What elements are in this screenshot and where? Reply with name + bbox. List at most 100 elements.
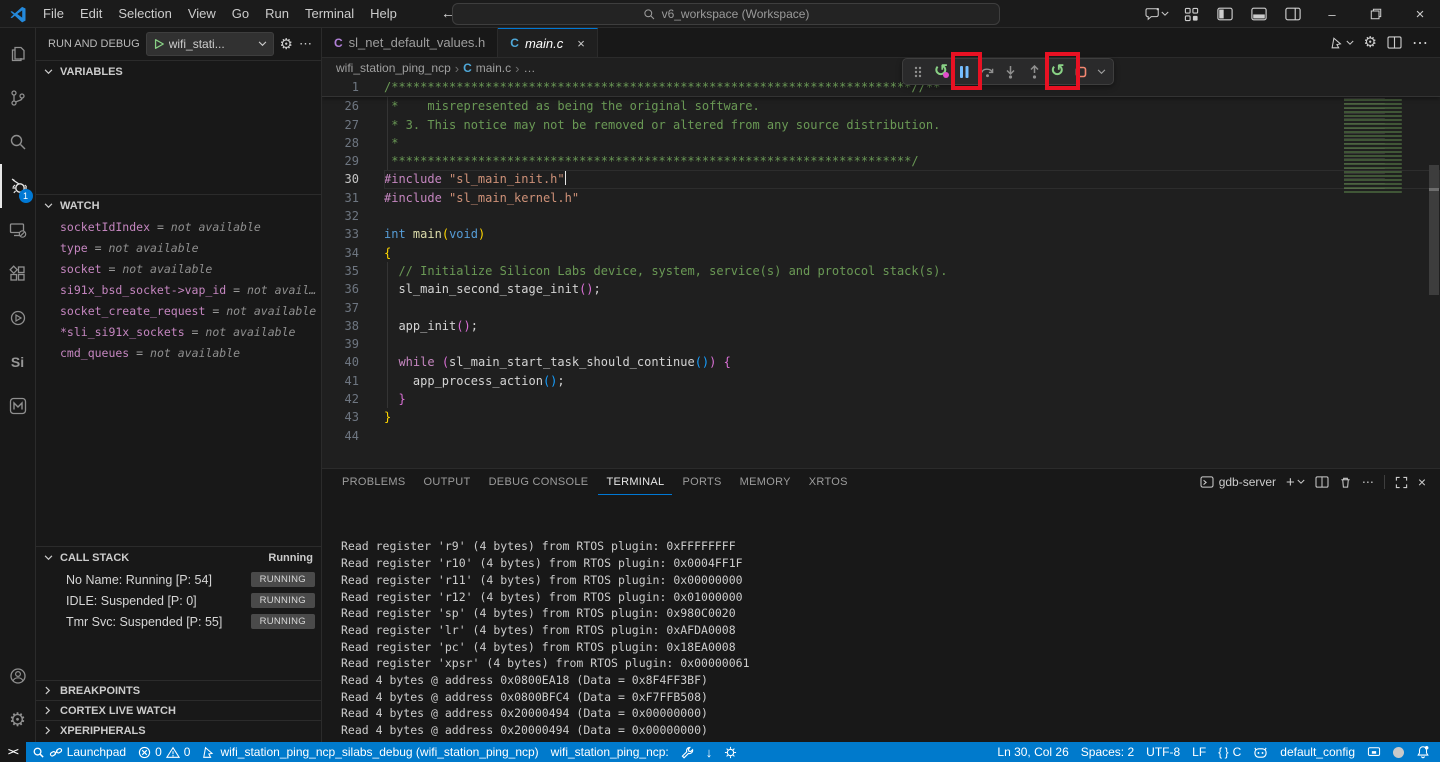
section-breakpoints[interactable]: BREAKPOINTS: [36, 680, 321, 700]
panel-tab-ports[interactable]: PORTS: [674, 469, 729, 495]
code-line[interactable]: 37: [322, 299, 1440, 317]
panel-tab-output[interactable]: OUTPUT: [416, 469, 479, 495]
menu-item-help[interactable]: Help: [362, 3, 405, 25]
terminal-output[interactable]: Read register 'r9' (4 bytes) from RTOS p…: [322, 495, 1440, 742]
watch-item[interactable]: si91x_bsd_socket->vap_id = not avail…: [36, 280, 321, 301]
code-line[interactable]: 28 *: [322, 134, 1440, 152]
panel-tab-debug-console[interactable]: DEBUG CONSOLE: [481, 469, 597, 495]
run-or-debug-button[interactable]: [1329, 36, 1354, 50]
terminal-instance-label[interactable]: gdb-server: [1200, 475, 1276, 489]
watch-item[interactable]: cmd_queues = not available: [36, 343, 321, 364]
eol-button[interactable]: LF: [1186, 742, 1212, 762]
copilot-chat-button[interactable]: [1142, 1, 1172, 27]
silicon-labs-icon[interactable]: Si: [0, 340, 36, 384]
code-line[interactable]: 39: [322, 335, 1440, 353]
debug-session-button[interactable]: wifi_station_ping_ncp_silabs_debug (wifi…: [196, 742, 544, 762]
code-line[interactable]: 30#include "sl_main_init.h": [322, 170, 1440, 188]
remote-explorer-icon[interactable]: [0, 208, 36, 252]
active-config-button[interactable]: default_config: [1274, 742, 1361, 762]
toggle-sidebar-button[interactable]: [1210, 1, 1240, 27]
tab-main-c[interactable]: C main.c ×: [498, 28, 598, 57]
command-center[interactable]: v6_workspace (Workspace): [452, 3, 1000, 25]
code-editor[interactable]: 1/**************************************…: [322, 78, 1440, 468]
problems-button[interactable]: 0 0: [132, 742, 196, 762]
step-out-button[interactable]: [1026, 62, 1043, 82]
m-extension-icon[interactable]: [0, 384, 36, 428]
code-line[interactable]: 35 // Initialize Silicon Labs device, sy…: [322, 262, 1440, 280]
debug-settings-gear-icon[interactable]: ⚙: [280, 37, 293, 52]
code-line[interactable]: 36 sl_main_second_stage_init();: [322, 280, 1440, 298]
launch-config-select[interactable]: wifi_stati...: [146, 32, 274, 56]
menu-item-edit[interactable]: Edit: [72, 3, 110, 25]
editor-gear-icon[interactable]: ⚙: [1364, 35, 1377, 50]
section-cortex-live-watch[interactable]: CORTEX LIVE WATCH: [36, 700, 321, 720]
cursor-position-button[interactable]: Ln 30, Col 26: [991, 742, 1074, 762]
maximize-panel-icon[interactable]: [1395, 476, 1408, 489]
menu-item-file[interactable]: File: [35, 3, 72, 25]
panel-more-icon[interactable]: ⋯: [1362, 475, 1374, 489]
menu-item-go[interactable]: Go: [224, 3, 257, 25]
code-line[interactable]: 43}: [322, 408, 1440, 426]
code-line[interactable]: 26 * misrepresented as being the origina…: [322, 97, 1440, 115]
code-line[interactable]: 33int main(void): [322, 225, 1440, 243]
source-control-icon[interactable]: [0, 76, 36, 120]
toolbar-grip[interactable]: [909, 62, 926, 82]
scrollbar-thumb[interactable]: [1429, 165, 1439, 295]
run-circle-icon[interactable]: [0, 296, 36, 340]
reset-device-button[interactable]: ↺: [932, 62, 949, 82]
code-line[interactable]: 31#include "sl_main_kernel.h": [322, 189, 1440, 207]
copilot-status-button[interactable]: [1247, 742, 1274, 762]
debug-config-gear-button[interactable]: [718, 742, 743, 762]
panel-tab-memory[interactable]: MEMORY: [732, 469, 799, 495]
editor-more-icon[interactable]: ⋯: [1412, 33, 1428, 53]
watch-item[interactable]: socketIdIndex = not available: [36, 217, 321, 238]
settings-gear-icon[interactable]: ⚙: [0, 698, 36, 742]
encoding-button[interactable]: UTF-8: [1140, 742, 1186, 762]
close-panel-icon[interactable]: ×: [1418, 474, 1426, 490]
variables-header[interactable]: VARIABLES: [36, 61, 321, 83]
toggle-secondary-sidebar-button[interactable]: [1278, 1, 1308, 27]
indentation-button[interactable]: Spaces: 2: [1075, 742, 1140, 762]
remote-indicator[interactable]: ><: [0, 742, 26, 762]
debug-views-more-icon[interactable]: ⋯: [299, 36, 313, 52]
editor-scrollbar[interactable]: [1428, 78, 1440, 468]
build-wrench-button[interactable]: [675, 742, 700, 762]
launchpad-button[interactable]: Launchpad: [26, 742, 132, 762]
code-line[interactable]: 32: [322, 207, 1440, 225]
code-line[interactable]: 1/**************************************…: [322, 78, 1440, 96]
kill-terminal-icon[interactable]: [1339, 476, 1352, 489]
ports-forward-button[interactable]: [1361, 742, 1387, 762]
tab-sl-net-default-values[interactable]: C sl_net_default_values.h: [322, 28, 498, 57]
call-stack-header[interactable]: CALL STACK Running: [36, 547, 321, 569]
code-line[interactable]: 29 *************************************…: [322, 152, 1440, 170]
code-line[interactable]: 41 app_process_action();: [322, 372, 1440, 390]
watch-item[interactable]: socket_create_request = not available: [36, 301, 321, 322]
step-into-button[interactable]: [1002, 62, 1019, 82]
code-line[interactable]: 42 }: [322, 390, 1440, 408]
close-window-button[interactable]: ×: [1400, 0, 1440, 28]
breadcrumb-file[interactable]: main.c: [476, 61, 511, 75]
watch-item[interactable]: *sli_si91x_sockets = not available: [36, 322, 321, 343]
new-terminal-button[interactable]: +: [1286, 474, 1305, 491]
project-target-label[interactable]: wifi_station_ping_ncp:: [545, 742, 675, 762]
panel-tab-problems[interactable]: PROBLEMS: [334, 469, 414, 495]
panel-tab-xrtos[interactable]: XRTOS: [801, 469, 856, 495]
code-line[interactable]: 40 while (sl_main_start_task_should_cont…: [322, 353, 1440, 371]
call-stack-thread[interactable]: IDLE: Suspended [P: 0]RUNNING: [36, 590, 321, 611]
sticky-scroll-line[interactable]: 1/**************************************…: [322, 78, 1440, 97]
panel-tab-terminal[interactable]: TERMINAL: [598, 469, 672, 495]
section-xperipherals[interactable]: XPERIPHERALS: [36, 720, 321, 740]
recording-status-dot[interactable]: [1387, 742, 1410, 762]
code-line[interactable]: 34{: [322, 244, 1440, 262]
run-and-debug-icon[interactable]: 1: [0, 164, 36, 208]
code-line[interactable]: 27 * 3. This notice may not be removed o…: [322, 116, 1440, 134]
notifications-bell-button[interactable]: [1410, 742, 1440, 762]
search-icon[interactable]: [0, 120, 36, 164]
close-tab-icon[interactable]: ×: [577, 36, 585, 51]
language-mode-button[interactable]: { }C: [1212, 742, 1247, 762]
restore-button[interactable]: [1356, 0, 1396, 28]
breadcrumb[interactable]: wifi_station_ping_ncp › C main.c › …: [322, 58, 1440, 78]
call-stack-thread[interactable]: No Name: Running [P: 54]RUNNING: [36, 569, 321, 590]
menu-item-terminal[interactable]: Terminal: [297, 3, 362, 25]
flash-download-button[interactable]: ↓: [700, 742, 719, 762]
